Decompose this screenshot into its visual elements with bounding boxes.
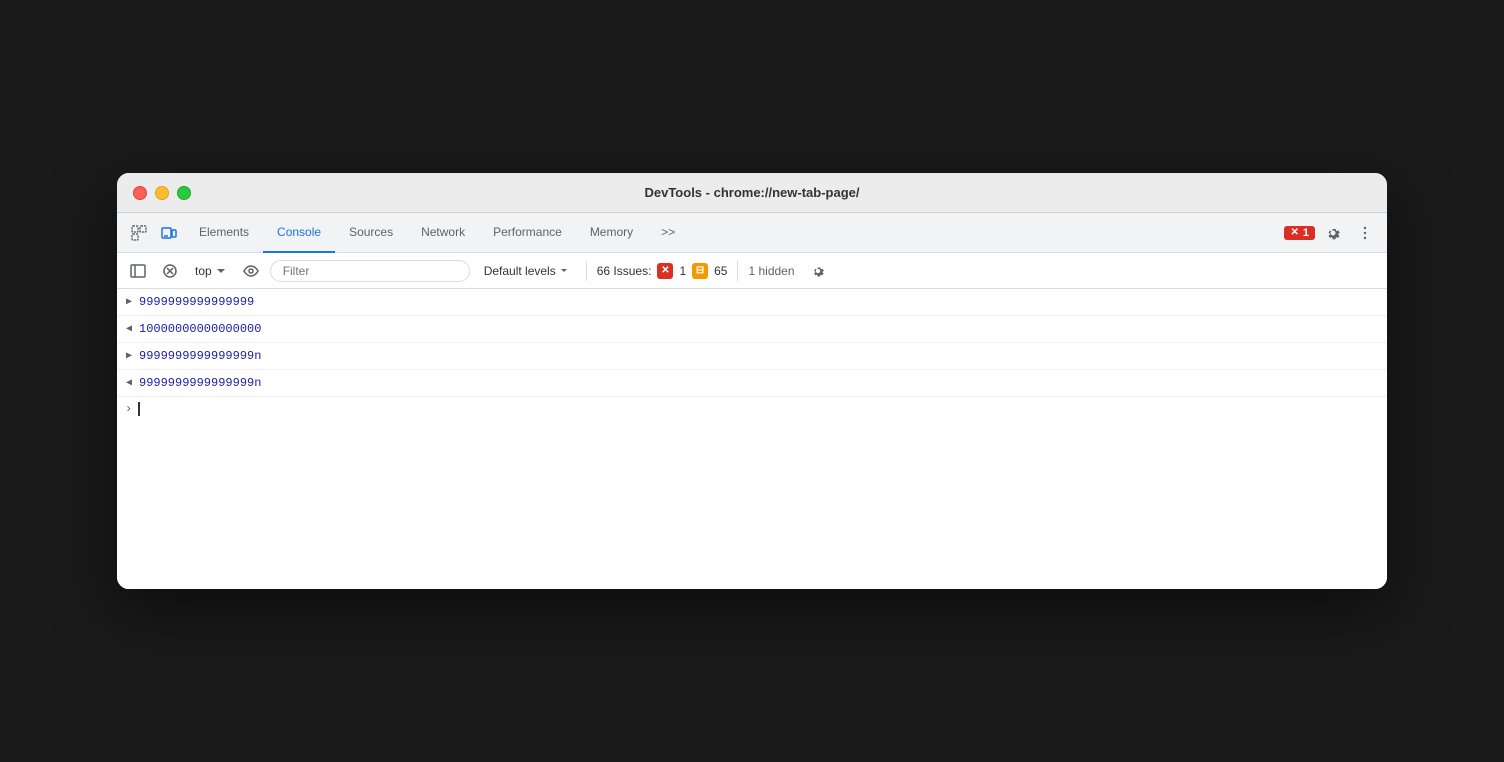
select-element-icon[interactable] bbox=[125, 219, 153, 247]
issues-warn-badge: ⊟ bbox=[692, 263, 708, 279]
context-selector[interactable]: top bbox=[189, 262, 232, 280]
tab-sources[interactable]: Sources bbox=[335, 213, 407, 253]
console-line[interactable]: ◀ 9999999999999999n bbox=[117, 370, 1387, 397]
tabs-bar: Elements Console Sources Network Perform… bbox=[117, 213, 1387, 253]
text-cursor bbox=[138, 402, 140, 416]
sidebar-toggle-button[interactable] bbox=[125, 258, 151, 284]
tab-console[interactable]: Console bbox=[263, 213, 335, 253]
hidden-count: 1 hidden bbox=[748, 264, 794, 278]
tab-more[interactable]: >> bbox=[647, 213, 689, 253]
issues-area[interactable]: 66 Issues: ✕ 1 ⊟ 65 bbox=[597, 263, 728, 279]
minimize-button[interactable] bbox=[155, 186, 169, 200]
prompt-arrow: › bbox=[125, 402, 132, 416]
console-line[interactable]: ▶ 9999999999999999n bbox=[117, 343, 1387, 370]
devtools-window: DevTools - chrome://new-tab-page/ bbox=[117, 173, 1387, 589]
window-title: DevTools - chrome://new-tab-page/ bbox=[644, 185, 859, 200]
tab-memory[interactable]: Memory bbox=[576, 213, 647, 253]
live-expression-button[interactable] bbox=[238, 258, 264, 284]
tabs-right: ✕ 1 bbox=[1284, 219, 1379, 247]
return-icon: ◀ bbox=[121, 375, 137, 391]
device-toolbar-icon[interactable] bbox=[155, 219, 183, 247]
settings-icon[interactable] bbox=[1319, 219, 1347, 247]
toolbar-divider-2 bbox=[737, 261, 738, 281]
expand-icon[interactable]: ▶ bbox=[121, 294, 137, 310]
clear-console-button[interactable] bbox=[157, 258, 183, 284]
tab-performance[interactable]: Performance bbox=[479, 213, 576, 253]
filter-input[interactable] bbox=[270, 260, 470, 282]
issues-error-badge: ✕ bbox=[657, 263, 673, 279]
console-prompt[interactable]: › bbox=[117, 397, 1387, 421]
toolbar-divider bbox=[586, 261, 587, 281]
return-icon: ◀ bbox=[121, 321, 137, 337]
console-line[interactable]: ◀ 10000000000000000 bbox=[117, 316, 1387, 343]
more-options-icon[interactable] bbox=[1351, 219, 1379, 247]
devtools-panel: Elements Console Sources Network Perform… bbox=[117, 213, 1387, 589]
console-output: ▶ 9999999999999999 ◀ 10000000000000000 ▶… bbox=[117, 289, 1387, 589]
tab-network[interactable]: Network bbox=[407, 213, 479, 253]
expand-icon[interactable]: ▶ bbox=[121, 348, 137, 364]
close-button[interactable] bbox=[133, 186, 147, 200]
error-icon: ✕ bbox=[1290, 227, 1298, 238]
maximize-button[interactable] bbox=[177, 186, 191, 200]
error-count-badge[interactable]: ✕ 1 bbox=[1284, 226, 1315, 240]
traffic-lights bbox=[133, 186, 191, 200]
tab-elements[interactable]: Elements bbox=[185, 213, 263, 253]
titlebar: DevTools - chrome://new-tab-page/ bbox=[117, 173, 1387, 213]
console-toolbar: top Default levels bbox=[117, 253, 1387, 289]
console-line[interactable]: ▶ 9999999999999999 bbox=[117, 289, 1387, 316]
log-levels-button[interactable]: Default levels bbox=[476, 261, 576, 281]
console-settings-icon[interactable] bbox=[805, 258, 831, 284]
